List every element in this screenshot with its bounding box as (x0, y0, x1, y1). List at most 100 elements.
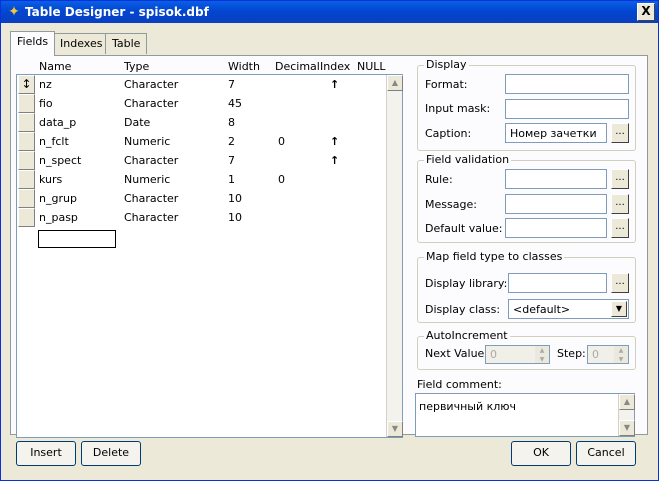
format-input[interactable] (505, 74, 629, 94)
row-selector[interactable] (18, 208, 35, 227)
caption-builder-button[interactable]: ... (611, 123, 629, 143)
chevron-down-icon[interactable]: ▼ (611, 301, 627, 317)
field-type-cell[interactable]: Date (124, 116, 150, 129)
rule-builder-button[interactable]: ... (611, 169, 629, 189)
index-arrow-icon[interactable]: ↑ (330, 78, 339, 91)
display-group-title: Display (424, 58, 469, 71)
table-row[interactable]: kurs Numeric 1 0 (17, 170, 386, 189)
field-name-cell[interactable]: kurs (39, 173, 62, 186)
close-button[interactable]: X (637, 3, 655, 21)
field-width-cell[interactable]: 7 (228, 154, 235, 167)
column-header-null[interactable]: NULL (357, 60, 386, 74)
field-name-cell[interactable]: n_grup (39, 192, 77, 205)
field-type-cell[interactable]: Character (124, 211, 178, 224)
grid-vertical-scrollbar[interactable]: ▲ ▼ (386, 75, 403, 437)
table-row[interactable]: n_spect Character 7 ↑ (17, 151, 386, 170)
row-selector[interactable] (18, 189, 35, 208)
ok-button[interactable]: OK (511, 441, 571, 466)
message-input[interactable] (505, 194, 607, 214)
field-width-cell[interactable]: 7 (228, 78, 235, 91)
display-class-value: <default> (513, 303, 571, 316)
table-row[interactable]: fio Character 45 (17, 94, 386, 113)
display-class-label: Display class: (425, 303, 501, 316)
table-row[interactable]: n_fclt Numeric 2 0 ↑ (17, 132, 386, 151)
row-selector[interactable] (18, 94, 35, 113)
field-width-cell[interactable]: 1 (228, 173, 235, 186)
field-comment-label: Field comment: (417, 378, 502, 391)
row-selector[interactable] (18, 151, 35, 170)
message-label: Message: (425, 198, 477, 211)
step-value: 0 (592, 348, 599, 361)
insert-button[interactable]: Insert (16, 441, 76, 466)
table-row[interactable]: ↕ nz Character 7 ↑ (17, 75, 386, 94)
format-label: Format: (425, 78, 468, 91)
field-decimal-cell[interactable]: 0 (278, 173, 285, 186)
display-library-browse-button[interactable]: ... (611, 273, 629, 293)
field-name-cell[interactable]: n_pasp (39, 211, 78, 224)
default-value-builder-button[interactable]: ... (611, 218, 629, 238)
index-arrow-icon[interactable]: ↑ (330, 135, 339, 148)
input-mask-input[interactable] (505, 99, 629, 119)
row-selector-move-icon[interactable]: ↕ (18, 75, 35, 94)
scroll-down-arrow-icon[interactable]: ▼ (387, 421, 403, 437)
field-type-cell[interactable]: Character (124, 78, 178, 91)
field-decimal-cell[interactable]: 0 (278, 135, 285, 148)
cancel-button[interactable]: Cancel (576, 441, 636, 466)
cancel-button-label: Cancel (587, 446, 625, 459)
message-builder-button[interactable]: ... (611, 194, 629, 214)
field-type-cell[interactable]: Numeric (124, 173, 170, 186)
field-width-cell[interactable]: 8 (228, 116, 235, 129)
field-type-cell[interactable]: Numeric (124, 135, 170, 148)
row-selector[interactable] (18, 170, 35, 189)
autoincrement-group-title: AutoIncrement (424, 329, 510, 342)
table-row[interactable]: data_p Date 8 (17, 113, 386, 132)
display-library-input[interactable] (508, 273, 607, 293)
validation-group-title: Field validation (424, 153, 512, 166)
column-header-index[interactable]: Index (320, 60, 350, 74)
field-type-cell[interactable]: Character (124, 97, 178, 110)
scroll-down-arrow-icon[interactable]: ▼ (619, 420, 635, 436)
ok-button-label: OK (533, 446, 549, 459)
tab-fields-label: Fields (17, 35, 49, 48)
foxpro-app-icon: ✦ (8, 4, 20, 20)
field-name-cell[interactable]: n_spect (39, 154, 81, 167)
tab-fields[interactable]: Fields (10, 31, 56, 56)
column-header-width[interactable]: Width (228, 60, 260, 74)
index-arrow-icon[interactable]: ↑ (330, 154, 339, 167)
scroll-up-arrow-icon[interactable]: ▲ (619, 394, 635, 410)
field-name-cell[interactable]: nz (39, 78, 52, 91)
field-width-cell[interactable]: 10 (228, 192, 242, 205)
next-value: 0 (490, 348, 497, 361)
column-header-decimal[interactable]: Decimal (275, 60, 320, 74)
field-type-cell[interactable]: Character (124, 154, 178, 167)
field-width-cell[interactable]: 10 (228, 211, 242, 224)
new-field-name-input[interactable] (38, 230, 116, 248)
field-name-cell[interactable]: data_p (39, 116, 76, 129)
column-header-name[interactable]: Name (39, 60, 71, 74)
field-width-cell[interactable]: 45 (228, 97, 242, 110)
table-row[interactable]: n_grup Character 10 (17, 189, 386, 208)
row-selector[interactable] (18, 113, 35, 132)
field-comment-textarea[interactable]: первичный ключ ▲ ▼ (415, 393, 635, 437)
caption-input[interactable]: Номер зачетки (505, 123, 607, 143)
delete-button-label: Delete (92, 446, 130, 459)
field-width-cell[interactable]: 2 (228, 135, 235, 148)
default-value-input[interactable] (505, 218, 607, 238)
rule-input[interactable] (505, 169, 607, 189)
field-type-cell[interactable]: Character (124, 192, 178, 205)
table-row[interactable]: n_pasp Character 10 (17, 208, 386, 227)
tab-table[interactable]: Table (105, 33, 148, 54)
row-selector[interactable] (18, 132, 35, 151)
display-class-select[interactable]: <default> ▼ (508, 299, 629, 319)
fields-grid[interactable]: ↕ nz Character 7 ↑ fio Character 45 data… (16, 74, 403, 438)
field-name-cell[interactable]: n_fclt (39, 135, 69, 148)
title-bar[interactable]: ✦ Table Designer - spisok.dbf X (1, 1, 658, 23)
tab-indexes[interactable]: Indexes (53, 33, 110, 54)
field-name-cell[interactable]: fio (39, 97, 53, 110)
column-header-type[interactable]: Type (124, 60, 149, 74)
scroll-up-arrow-icon[interactable]: ▲ (387, 75, 403, 91)
comment-scrollbar[interactable]: ▲ ▼ (618, 394, 635, 436)
display-library-label: Display library: (425, 277, 508, 290)
delete-button[interactable]: Delete (81, 441, 141, 466)
mapping-group-title: Map field type to classes (424, 250, 565, 263)
